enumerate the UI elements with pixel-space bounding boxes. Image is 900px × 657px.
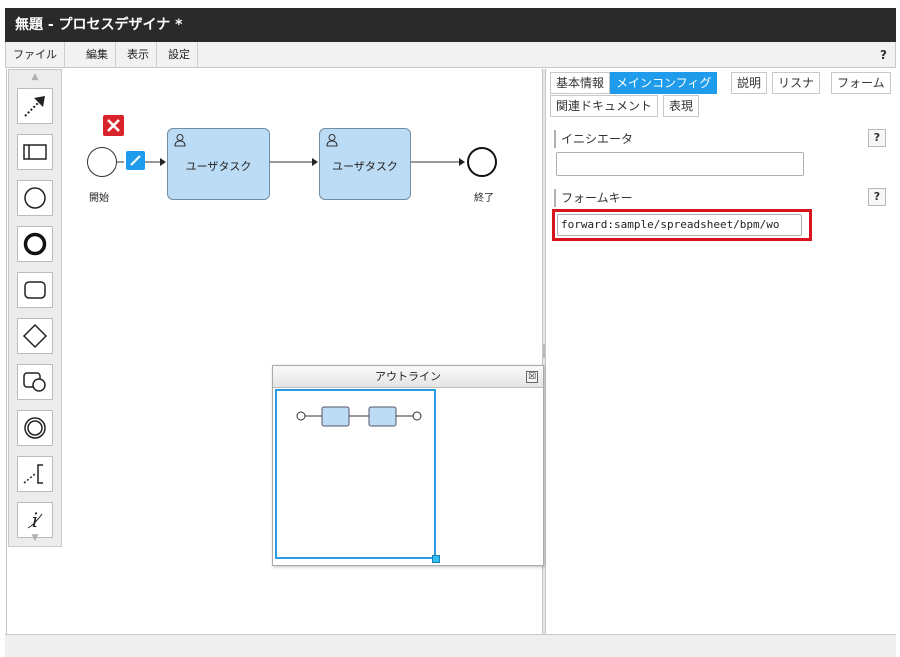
intermediate-event-icon[interactable] bbox=[17, 410, 53, 446]
divider-grip[interactable] bbox=[543, 344, 545, 358]
task-1-label: ユーザタスク bbox=[185, 160, 252, 173]
menu-file[interactable]: ファイル bbox=[6, 42, 65, 68]
palette-scroll-down[interactable]: ▼ bbox=[9, 533, 61, 543]
tool-palette: ▲ i ▼ bbox=[8, 69, 62, 547]
start-event-label: 開始 bbox=[89, 193, 109, 204]
user-task-1[interactable]: ユーザタスク bbox=[167, 128, 270, 200]
subprocess-icon[interactable] bbox=[17, 364, 53, 400]
help-menu-button[interactable]: ? bbox=[880, 42, 887, 68]
connector-tool-icon[interactable] bbox=[17, 88, 53, 124]
tab-description[interactable]: 説明 bbox=[731, 72, 768, 94]
status-bar bbox=[5, 634, 896, 657]
initiator-field[interactable] bbox=[556, 152, 804, 176]
tab-related-documents[interactable]: 関連ドキュメント bbox=[550, 95, 659, 117]
annotation-icon[interactable] bbox=[17, 456, 53, 492]
initiator-label: イニシエータ bbox=[554, 130, 633, 148]
window-title: 無題 - プロセスデザイナ * bbox=[5, 8, 896, 42]
outline-title: アウトライン bbox=[273, 366, 543, 388]
properties-panel: 基本情報 メインコンフィグ 説明 リスナ フォーム 関連ドキュメント 表現 イニ… bbox=[546, 69, 896, 634]
tab-form[interactable]: フォーム bbox=[831, 72, 891, 94]
menu-edit[interactable]: 編集 bbox=[79, 42, 116, 68]
process-diagram: 開始 ユーザタスク ユーザタスク 終了 bbox=[62, 69, 542, 259]
end-event-label: 終了 bbox=[474, 193, 494, 204]
tab-expression[interactable]: 表現 bbox=[663, 95, 700, 117]
start-event[interactable] bbox=[87, 147, 117, 177]
task-icon[interactable] bbox=[17, 272, 53, 308]
delete-icon[interactable] bbox=[103, 115, 124, 136]
end-event[interactable] bbox=[467, 147, 497, 177]
start-event-icon[interactable] bbox=[17, 180, 53, 216]
tab-basic-info[interactable]: 基本情報 bbox=[550, 72, 611, 94]
user-icon bbox=[326, 134, 338, 147]
menu-view[interactable]: 表示 bbox=[120, 42, 157, 68]
form-key-help-button[interactable]: ? bbox=[868, 188, 886, 206]
outline-panel: アウトライン ☒ bbox=[272, 365, 544, 566]
initiator-help-button[interactable]: ? bbox=[868, 129, 886, 147]
tab-listener[interactable]: リスナ bbox=[772, 72, 821, 94]
form-key-label: フォームキー bbox=[554, 189, 633, 207]
connect-icon[interactable] bbox=[126, 151, 145, 170]
gateway-icon[interactable] bbox=[17, 318, 53, 354]
palette-scroll-up[interactable]: ▲ bbox=[9, 72, 61, 82]
pool-icon[interactable] bbox=[17, 134, 53, 170]
outline-viewport[interactable] bbox=[275, 389, 436, 559]
outline-close-icon[interactable]: ☒ bbox=[526, 371, 538, 383]
end-event-icon[interactable] bbox=[17, 226, 53, 262]
tab-main-config[interactable]: メインコンフィグ bbox=[610, 72, 718, 94]
menu-settings[interactable]: 設定 bbox=[161, 42, 198, 68]
menu-bar: ファイル 編集 表示 設定 ? bbox=[5, 42, 896, 68]
form-key-field[interactable]: forward:sample/spreadsheet/bpm/wo bbox=[557, 214, 802, 236]
task-2-label: ユーザタスク bbox=[332, 160, 398, 173]
user-icon bbox=[174, 134, 186, 147]
user-task-2[interactable]: ユーザタスク bbox=[319, 128, 411, 200]
outline-resize-handle[interactable] bbox=[432, 555, 440, 563]
